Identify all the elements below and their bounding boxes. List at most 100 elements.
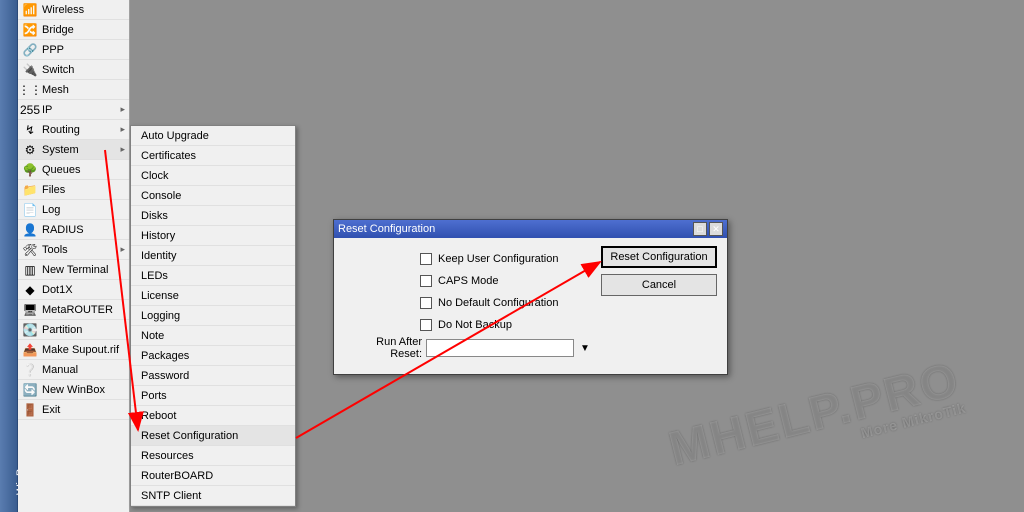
sidebar-item-label: Routing: [42, 124, 80, 136]
tools-icon: 🛠: [22, 242, 38, 258]
ip-icon: 255: [22, 102, 38, 118]
sidebar-item-label: Manual: [42, 364, 78, 376]
close-icon[interactable]: ✕: [709, 222, 723, 236]
sidebar-item-dot1x[interactable]: ◆ Dot1X: [18, 280, 129, 300]
sidebar-item-label: Dot1X: [42, 284, 73, 296]
metarouter-icon: 🖥: [22, 302, 38, 318]
checkbox-label: Keep User Configuration: [438, 253, 558, 265]
checkbox-no-default-configuration[interactable]: [420, 297, 432, 309]
sidebar-item-label: Partition: [42, 324, 82, 336]
checkbox-caps-mode[interactable]: [420, 275, 432, 287]
submenu-item-console[interactable]: Console: [131, 186, 295, 206]
sidebar-item-manual[interactable]: ❔Manual: [18, 360, 129, 380]
partition-icon: 💽: [22, 322, 38, 338]
chevron-right-icon: ▸: [120, 244, 125, 255]
submenu-item-note[interactable]: Note: [131, 326, 295, 346]
sidebar-item-label: New WinBox: [42, 384, 105, 396]
reset-configuration-button[interactable]: Reset Configuration: [601, 246, 717, 268]
sidebar-item-routing[interactable]: ↯ Routing ▸: [18, 120, 129, 140]
sidebar-item-metarouter[interactable]: 🖥 MetaROUTER: [18, 300, 129, 320]
sidebar-item-label: Log: [42, 204, 60, 216]
submenu-item-routerboard[interactable]: RouterBOARD: [131, 466, 295, 486]
submenu-item-history[interactable]: History: [131, 226, 295, 246]
sidebar-item-label: New Terminal: [42, 264, 108, 276]
system-submenu: Auto UpgradeCertificatesClockConsoleDisk…: [130, 125, 296, 507]
ppp-icon: 🔗: [22, 42, 38, 58]
submenu-item-identity[interactable]: Identity: [131, 246, 295, 266]
make-supout-rif-icon: 📤: [22, 342, 38, 358]
sidebar-item-label: IP: [42, 104, 52, 116]
checkbox-label: CAPS Mode: [438, 275, 499, 287]
sidebar-item-exit[interactable]: 🚪Exit: [18, 400, 129, 420]
submenu-item-password[interactable]: Password: [131, 366, 295, 386]
submenu-item-packages[interactable]: Packages: [131, 346, 295, 366]
checkbox-do-not-backup[interactable]: [420, 319, 432, 331]
submenu-item-disks[interactable]: Disks: [131, 206, 295, 226]
dot1x-icon: ◆: [22, 282, 38, 298]
sidebar-item-partition[interactable]: 💽 Partition: [18, 320, 129, 340]
sidebar-item-make-supout-rif[interactable]: 📤Make Supout.rif: [18, 340, 129, 360]
dialog-title: Reset Configuration: [338, 223, 693, 235]
app-title-bar: WinBox: [0, 0, 18, 512]
sidebar-item-wireless[interactable]: 📶Wireless: [18, 0, 129, 20]
sidebar-item-queues[interactable]: 🌳 Queues: [18, 160, 129, 180]
sidebar-item-label: System: [42, 144, 79, 156]
sidebar-item-log[interactable]: 📄Log: [18, 200, 129, 220]
bridge-icon: 🔀: [22, 22, 38, 38]
submenu-item-auto-upgrade[interactable]: Auto Upgrade: [131, 126, 295, 146]
exit-icon: 🚪: [22, 402, 38, 418]
sidebar-item-files[interactable]: 📁Files: [18, 180, 129, 200]
chevron-right-icon: ▸: [120, 144, 125, 155]
sidebar-item-new-terminal[interactable]: ▥New Terminal: [18, 260, 129, 280]
radius-icon: 👤: [22, 222, 38, 238]
submenu-item-leds[interactable]: LEDs: [131, 266, 295, 286]
sidebar-item-mesh[interactable]: ⋮⋮Mesh: [18, 80, 129, 100]
sidebar-item-label: Queues: [42, 164, 81, 176]
submenu-item-ports[interactable]: Ports: [131, 386, 295, 406]
system-icon: ⚙: [22, 142, 38, 158]
submenu-item-reset-configuration[interactable]: Reset Configuration: [131, 426, 295, 446]
sidebar-item-label: Tools: [42, 244, 68, 256]
routing-icon: ↯: [22, 122, 38, 138]
sidebar-item-bridge[interactable]: 🔀 Bridge: [18, 20, 129, 40]
checkbox-label: Do Not Backup: [438, 319, 512, 331]
sidebar-item-radius[interactable]: 👤 RADIUS: [18, 220, 129, 240]
submenu-item-logging[interactable]: Logging: [131, 306, 295, 326]
submenu-item-reboot[interactable]: Reboot: [131, 406, 295, 426]
new-winbox-icon: 🔄: [22, 382, 38, 398]
sidebar-item-system[interactable]: ⚙ System ▸: [18, 140, 129, 160]
sidebar-item-label: RADIUS: [42, 224, 84, 236]
queues-icon: 🌳: [22, 162, 38, 178]
sidebar-item-tools[interactable]: 🛠 Tools ▸: [18, 240, 129, 260]
sidebar-item-label: MetaROUTER: [42, 304, 113, 316]
sidebar-item-ppp[interactable]: 🔗 PPP: [18, 40, 129, 60]
cancel-button[interactable]: Cancel: [601, 274, 717, 296]
submenu-item-certificates[interactable]: Certificates: [131, 146, 295, 166]
sidebar-item-new-winbox[interactable]: 🔄 New WinBox: [18, 380, 129, 400]
sidebar-item-label: Bridge: [42, 24, 74, 36]
switch-icon: 🔌: [22, 62, 38, 78]
minimize-icon[interactable]: □: [693, 222, 707, 236]
mesh-icon: ⋮⋮: [22, 82, 38, 98]
run-after-reset-label: Run After Reset:: [344, 336, 426, 360]
chevron-right-icon: ▸: [120, 104, 125, 115]
submenu-item-sntp-client[interactable]: SNTP Client: [131, 486, 295, 506]
submenu-item-license[interactable]: License: [131, 286, 295, 306]
checkbox-keep-user-configuration[interactable]: [420, 253, 432, 265]
checkbox-row: Do Not Backup: [420, 314, 717, 336]
chevron-right-icon: ▸: [120, 124, 125, 135]
run-after-reset-field[interactable]: [426, 339, 574, 357]
submenu-item-clock[interactable]: Clock: [131, 166, 295, 186]
reset-configuration-dialog: Reset Configuration □ ✕ Reset Configurat…: [333, 219, 728, 375]
dialog-titlebar[interactable]: Reset Configuration □ ✕: [334, 220, 727, 238]
wireless-icon: 📶: [22, 2, 38, 18]
watermark-sub: More MikroTik: [675, 400, 967, 487]
submenu-item-resources[interactable]: Resources: [131, 446, 295, 466]
sidebar-item-switch[interactable]: 🔌 Switch: [18, 60, 129, 80]
dropdown-icon[interactable]: ▼: [578, 343, 592, 354]
files-icon: 📁: [22, 182, 38, 198]
sidebar: 📶Wireless🔀Bridge🔗PPP🔌Switch⋮⋮Mesh255IP▸↯…: [18, 0, 130, 512]
sidebar-item-ip[interactable]: 255 IP ▸: [18, 100, 129, 120]
sidebar-item-label: Switch: [42, 64, 74, 76]
sidebar-item-label: PPP: [42, 44, 64, 56]
